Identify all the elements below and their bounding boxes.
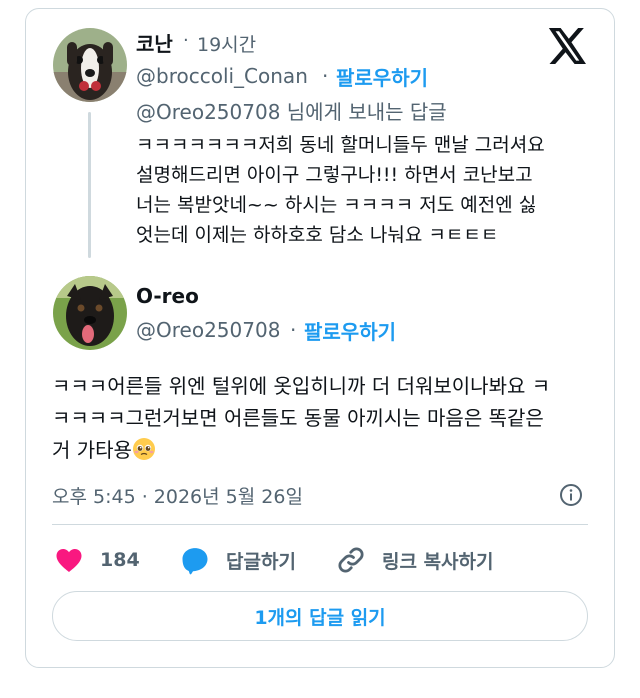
- tweet-text-line: ㅋㅋㅋ어른들 위엔 털위에 옷입히니까 더 더워보이나봐요 ㅋ: [52, 374, 551, 398]
- parent-timestamp[interactable]: 19시간: [197, 30, 256, 57]
- tweet-text-line: ㅋㅋㅋㅋㅋㅋㅋ저희 동네 할머니들두 맨날 그러셔요: [136, 134, 545, 156]
- tweet-text-line-with-emoji: 거 가타용: [52, 434, 592, 466]
- reply-context: @Oreo250708 님에게 보내는 답글: [136, 100, 447, 124]
- separator-dot: ·: [322, 64, 329, 88]
- avatar-conan[interactable]: [53, 28, 127, 102]
- copy-link-label: 링크 복사하기: [382, 550, 494, 573]
- reply-label: 답글하기: [226, 550, 296, 573]
- separator-dot: ·: [183, 30, 189, 51]
- follow-button[interactable]: 팔로우하기: [304, 316, 396, 345]
- copy-link-button[interactable]: 링크 복사하기: [336, 545, 494, 575]
- tweet-text-line: 설명해드리면 아이구 그렇구나!!! 하면서 코난보고: [136, 164, 533, 186]
- link-icon: [338, 547, 364, 573]
- author-handle[interactable]: @Oreo250708: [136, 318, 280, 342]
- tweet-text-line: ㅋㅋㅋㅋ그런거보면 어른들도 동물 아끼시는 마음은 똑같은: [52, 406, 544, 430]
- x-logo-icon[interactable]: [548, 28, 588, 64]
- tweet-text-line: 너는 복받앗네~~ 하시는 ㅋㅋㅋㅋ 저도 예전엔 싫: [136, 194, 537, 216]
- like-count: 184: [100, 549, 140, 571]
- tweet-timestamp[interactable]: 오후 5:45 · 2026년 5월 26일: [52, 482, 303, 509]
- parent-author-name[interactable]: 코난: [136, 28, 173, 57]
- reply-bubble-icon: [182, 548, 208, 575]
- author-name[interactable]: O-reo: [136, 284, 199, 308]
- reply-button[interactable]: 답글하기: [180, 545, 296, 575]
- tweet-text-fragment: 거 가타용: [52, 438, 132, 462]
- info-icon[interactable]: [559, 483, 583, 507]
- avatar-oreo[interactable]: [53, 276, 127, 350]
- tweet-text: ㅋㅋㅋ어른들 위엔 털위에 옷입히니까 더 더워보이나봐요 ㅋ ㅋㅋㅋㅋ그런거보…: [52, 370, 592, 466]
- thread-line: [88, 112, 91, 258]
- parent-tweet-text: ㅋㅋㅋㅋㅋㅋㅋ저희 동네 할머니들두 맨날 그러셔요 설명해드리면 아이구 그렇…: [136, 130, 586, 250]
- parent-author-handle[interactable]: @broccoli_Conan: [136, 64, 308, 88]
- parent-follow-button[interactable]: 팔로우하기: [336, 62, 428, 91]
- pleading-face-icon: [132, 438, 155, 460]
- heart-icon: [56, 549, 82, 572]
- tweet-text-line: 엇는데 이제는 하하호호 담소 나눠요 ㅋㅌㅌㅌ: [136, 224, 499, 246]
- separator-dot: ·: [290, 318, 297, 342]
- like-button[interactable]: 184: [54, 545, 140, 575]
- divider: [52, 524, 588, 525]
- read-replies-button[interactable]: 1개의 답글 읽기: [52, 591, 588, 641]
